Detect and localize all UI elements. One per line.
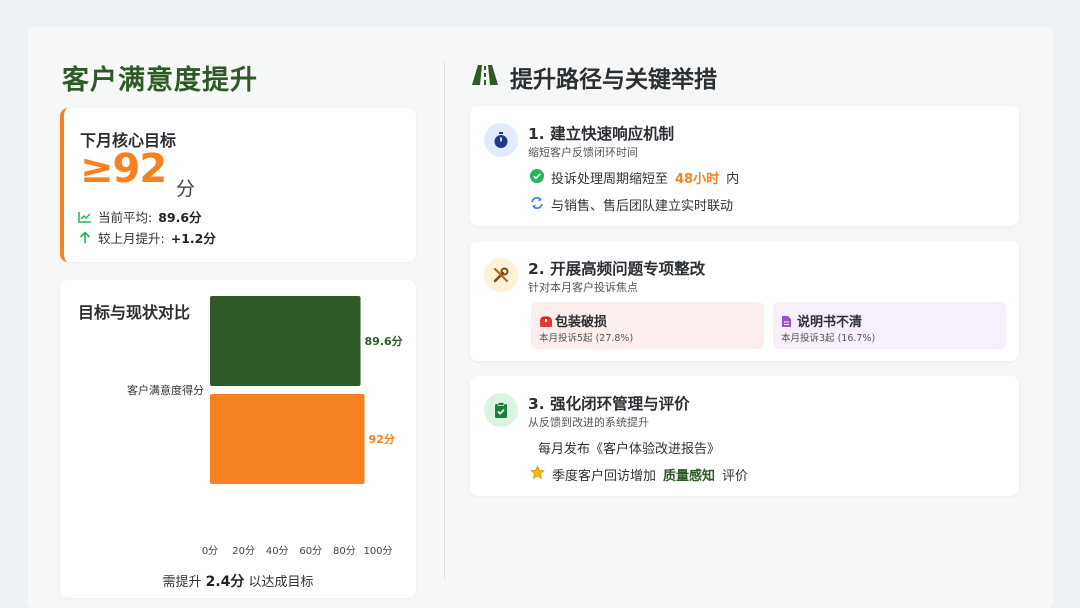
goal-value: ≥92 — [80, 146, 167, 192]
issue-detail: 本月投诉5起 (27.8%) — [539, 333, 634, 344]
current-average-label: 当前平均: — [98, 210, 153, 225]
step-card-2: 2. 开展高频问题专项整改 针对本月客户投诉焦点 包装破损 本月投诉5起 (27… — [470, 241, 1019, 361]
note-value: 2.4分 — [205, 574, 245, 590]
column-divider — [444, 62, 445, 580]
growth-value: +1.2分 — [170, 231, 216, 246]
sync-icon — [530, 196, 544, 214]
arrow-up-icon — [78, 231, 92, 245]
step-1-bullet-1: 投诉处理周期缩短至 48小时 内 — [530, 168, 739, 187]
issue-detail: 本月投诉3起 (16.7%) — [781, 333, 876, 344]
check-circle-icon — [530, 168, 544, 187]
issue-name: 说明书不清 — [797, 315, 863, 330]
bullet-suffix: 评价 — [722, 469, 749, 484]
category-label: 客户满意度得分 — [127, 383, 204, 397]
step-3-bullet-1: 每月发布《客户体验改进报告》 — [538, 438, 720, 457]
bullet-text: 投诉处理周期缩短至 — [551, 172, 669, 187]
highlight-text: 48小时 — [675, 172, 720, 187]
goal-card: 下月核心目标 ≥92 分 当前平均: 89.6分 较上月提升: +1.2分 — [60, 108, 416, 262]
clipboard-check-icon — [484, 393, 518, 427]
bar-0 — [210, 296, 361, 386]
x-tick-label: 0分 — [202, 545, 218, 557]
comparison-chart-card: 目标与现状对比 89.6分 92分 客户满意度得分 0分 20分 40分 60分 80分 100… — [60, 280, 416, 598]
x-tick-label: 20分 — [232, 545, 255, 557]
issue-card-packaging: 包装破损 本月投诉5起 (27.8%) — [531, 302, 764, 349]
step-card-3: 3. 强化闭环管理与评价 从反馈到改进的系统提升 每月发布《客户体验改进报告》 … — [470, 376, 1019, 496]
step-card-1: 1. 建立快速响应机制 缩短客户反馈闭环时间 投诉处理周期缩短至 48小时 内 … — [470, 106, 1019, 226]
x-tick-label: 80分 — [333, 545, 356, 557]
step-3-subtitle: 从反馈到改进的系统提升 — [528, 416, 649, 429]
star-icon — [530, 465, 545, 484]
issue-card-manual: 说明书不清 本月投诉3起 (16.7%) — [773, 302, 1006, 349]
chart-note: 需提升 2.4分 以达成目标 — [60, 571, 416, 591]
bullet-text: 季度客户回访增加 — [552, 469, 657, 484]
note-suffix: 以达成目标 — [248, 575, 314, 590]
step-1-subtitle: 缩短客户反馈闭环时间 — [528, 146, 638, 159]
current-average-value: 89.6分 — [158, 210, 202, 225]
step-1-bullet-2: 与销售、售后团队建立实时联动 — [530, 195, 733, 214]
bullet-text: 与销售、售后团队建立实时联动 — [551, 199, 734, 214]
current-average-row: 当前平均: 89.6分 — [78, 207, 202, 226]
road-icon — [471, 64, 499, 90]
step-2-title: 2. 开展高频问题专项整改 — [528, 260, 706, 278]
bar-1 — [210, 394, 365, 484]
bullet-text: 每月发布《客户体验改进报告》 — [538, 442, 721, 457]
stopwatch-icon — [484, 123, 518, 157]
x-tick-label: 40分 — [266, 545, 289, 557]
x-tick-label: 60分 — [299, 545, 322, 557]
step-3-bullet-2: 季度客户回访增加 质量感知 评价 — [530, 465, 748, 484]
step-2-subtitle: 针对本月客户投诉焦点 — [528, 281, 638, 294]
goal-unit: 分 — [176, 178, 196, 200]
bar-value-label-1: 92分 — [369, 432, 395, 446]
bar-chart: 89.6分 92分 客户满意度得分 0分 20分 40分 60分 80分 100分 — [127, 296, 403, 557]
section-title: 提升路径与关键举措 — [510, 67, 717, 93]
step-1-title: 1. 建立快速响应机制 — [528, 125, 675, 143]
bullet-suffix: 内 — [726, 172, 740, 187]
growth-label: 较上月提升: — [98, 231, 165, 246]
bar-value-label-0: 89.6分 — [365, 334, 403, 348]
step-3-title: 3. 强化闭环管理与评价 — [528, 395, 690, 413]
note-prefix: 需提升 — [162, 575, 202, 590]
chart-line-icon — [78, 210, 92, 224]
tools-icon — [484, 258, 518, 292]
page-title: 客户满意度提升 — [62, 65, 258, 96]
highlight-text: 质量感知 — [663, 469, 716, 484]
issue-name: 包装破损 — [555, 315, 608, 330]
growth-row: 较上月提升: +1.2分 — [78, 228, 216, 247]
x-tick-label: 100分 — [363, 545, 392, 557]
